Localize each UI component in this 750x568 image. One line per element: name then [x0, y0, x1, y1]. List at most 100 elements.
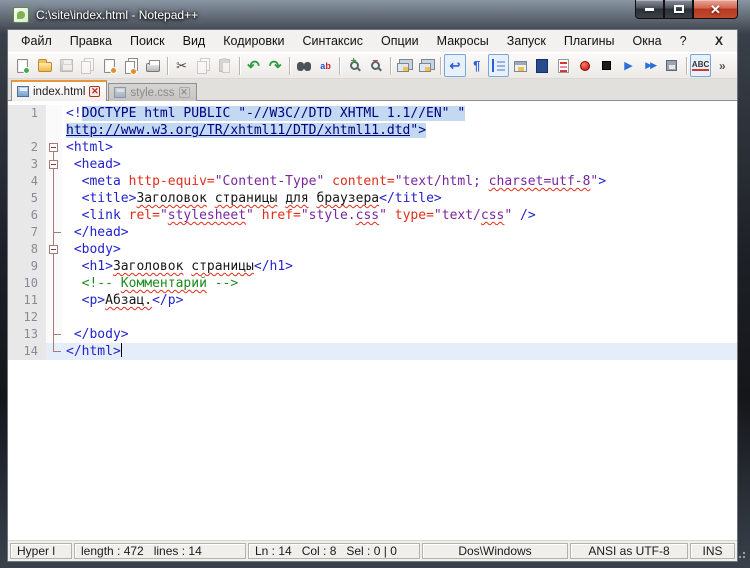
- print-button[interactable]: [142, 54, 164, 77]
- menu-help[interactable]: ?: [671, 32, 696, 50]
- cut-button[interactable]: ✂: [171, 54, 193, 77]
- code-segment: [66, 157, 74, 172]
- menu-plugins[interactable]: Плагины: [555, 32, 624, 50]
- code-text[interactable]: [62, 309, 737, 326]
- save-recorded-macro-button[interactable]: [661, 54, 683, 77]
- line-number: 9: [8, 258, 46, 275]
- code-segment: href=: [262, 208, 301, 223]
- code-segment: [66, 259, 82, 274]
- code-segment: stylesheet: [168, 208, 246, 223]
- code-segment: Абзац.: [105, 293, 152, 308]
- code-text[interactable]: </html>: [62, 343, 737, 360]
- fold-margin: [46, 343, 62, 360]
- code-text[interactable]: http://www.w3.org/TR/xhtml11/DTD/xhtml11…: [62, 122, 737, 139]
- redo-button[interactable]: ↷: [264, 54, 286, 77]
- code-segment: <link: [82, 208, 129, 223]
- tab-style[interactable]: style.css✕: [108, 83, 196, 101]
- menu-search[interactable]: Поиск: [121, 32, 174, 50]
- zoom-in-button[interactable]: +: [343, 54, 365, 77]
- copy-button: [192, 54, 214, 77]
- fold-margin: [46, 173, 62, 190]
- run-macro-multiple-button[interactable]: ▶▶: [639, 54, 661, 77]
- open-file-button[interactable]: [34, 54, 56, 77]
- menubar-close-button[interactable]: X: [705, 34, 733, 48]
- minimize-button[interactable]: [635, 0, 664, 19]
- tab-close-icon[interactable]: ✕: [179, 87, 190, 98]
- function-list-button[interactable]: [553, 54, 575, 77]
- playback-macro-button[interactable]: ▶: [618, 54, 640, 77]
- code-line: 12: [8, 309, 737, 326]
- code-segment: ": [246, 208, 254, 223]
- code-segment: <body>: [74, 242, 121, 257]
- code-line: 8 <body>: [8, 241, 737, 258]
- fold-margin: [46, 326, 62, 343]
- code-text[interactable]: </body>: [62, 326, 737, 343]
- menu-run[interactable]: Запуск: [498, 32, 555, 50]
- code-text[interactable]: <html>: [62, 139, 737, 156]
- code-line: 2 <html>: [8, 139, 737, 156]
- tab-close-icon[interactable]: ✕: [89, 86, 100, 97]
- undo-button[interactable]: ↶: [243, 54, 265, 77]
- menu-language[interactable]: Синтаксис: [293, 32, 372, 50]
- close-button[interactable]: ✕: [693, 0, 738, 19]
- code-text[interactable]: </head>: [62, 224, 737, 241]
- replace-icon: ab: [317, 57, 335, 75]
- sync-vertical-scroll-button[interactable]: [394, 54, 416, 77]
- code-segment: <p>: [82, 293, 105, 308]
- fold-collapse-icon[interactable]: [46, 139, 62, 156]
- line-number: 2: [8, 139, 46, 156]
- sync-horizontal-scroll-button[interactable]: [415, 54, 437, 77]
- menu-window[interactable]: Окна: [624, 32, 671, 50]
- code-line: 7 </head>: [8, 224, 737, 241]
- code-text[interactable]: <h1>Заголовок страницы</h1>: [62, 258, 737, 275]
- menu-macro[interactable]: Макросы: [428, 32, 498, 50]
- zoom-out-button[interactable]: −: [365, 54, 387, 77]
- menu-encoding[interactable]: Кодировки: [214, 32, 293, 50]
- maximize-icon: [674, 5, 684, 13]
- code-text[interactable]: <!-- Комментарий -->: [62, 275, 737, 292]
- status-bar: Hyper llength : 472 lines : 14Ln : 14 Co…: [8, 540, 737, 561]
- cut-icon: ✂: [173, 57, 191, 75]
- replace-button[interactable]: ab: [315, 54, 337, 77]
- code-text[interactable]: <title>Заголовок страницы для браузера</…: [62, 190, 737, 207]
- new-file-button[interactable]: [12, 54, 34, 77]
- word-wrap-button[interactable]: ↩: [444, 54, 466, 77]
- close-all-icon: [122, 57, 140, 75]
- close-file-button[interactable]: [99, 54, 121, 77]
- line-number: 8: [8, 241, 46, 258]
- toolbar-overflow-button[interactable]: »: [711, 54, 733, 77]
- code-text[interactable]: <p>Абзац.</p>: [62, 292, 737, 309]
- fold-collapse-icon[interactable]: [46, 241, 62, 258]
- code-segment: [66, 293, 82, 308]
- code-text[interactable]: <body>: [62, 241, 737, 258]
- code-text[interactable]: <!DOCTYPE html PUBLIC "-//W3C//DTD XHTML…: [62, 105, 737, 122]
- spell-check-button[interactable]: ABC: [690, 54, 712, 77]
- menu-settings[interactable]: Опции: [372, 32, 428, 50]
- show-all-characters-button[interactable]: ¶: [466, 54, 488, 77]
- code-segment: [66, 276, 82, 291]
- code-text[interactable]: <head>: [62, 156, 737, 173]
- find-button[interactable]: [293, 54, 315, 77]
- code-text[interactable]: <link rel="stylesheet" href="style.css" …: [62, 207, 737, 224]
- close-all-button[interactable]: [120, 54, 142, 77]
- fold-collapse-icon[interactable]: [46, 156, 62, 173]
- menu-view[interactable]: Вид: [174, 32, 215, 50]
- user-defined-dialog-button[interactable]: [509, 54, 531, 77]
- show-indent-guide-button[interactable]: [488, 54, 510, 77]
- maximize-button[interactable]: [664, 0, 693, 19]
- menu-edit[interactable]: Правка: [61, 32, 121, 50]
- document-map-button[interactable]: [531, 54, 553, 77]
- code-text[interactable]: <meta http-equiv="Content-Type" content=…: [62, 173, 737, 190]
- code-editor[interactable]: 1<!DOCTYPE html PUBLIC "-//W3C//DTD XHTM…: [8, 101, 737, 540]
- menu-file[interactable]: Файл: [12, 32, 61, 50]
- status-doc-length: length : 472 lines : 14: [74, 543, 246, 559]
- code-segment: [66, 242, 74, 257]
- start-recording-button[interactable]: [574, 54, 596, 77]
- print-icon: [144, 57, 162, 75]
- resize-grip[interactable]: [738, 549, 748, 559]
- fold-margin: [46, 122, 62, 139]
- code-segment: [207, 191, 215, 206]
- open-file-icon: [36, 57, 54, 75]
- tab-index[interactable]: index.html✕: [11, 80, 107, 101]
- stop-recording-button[interactable]: [596, 54, 618, 77]
